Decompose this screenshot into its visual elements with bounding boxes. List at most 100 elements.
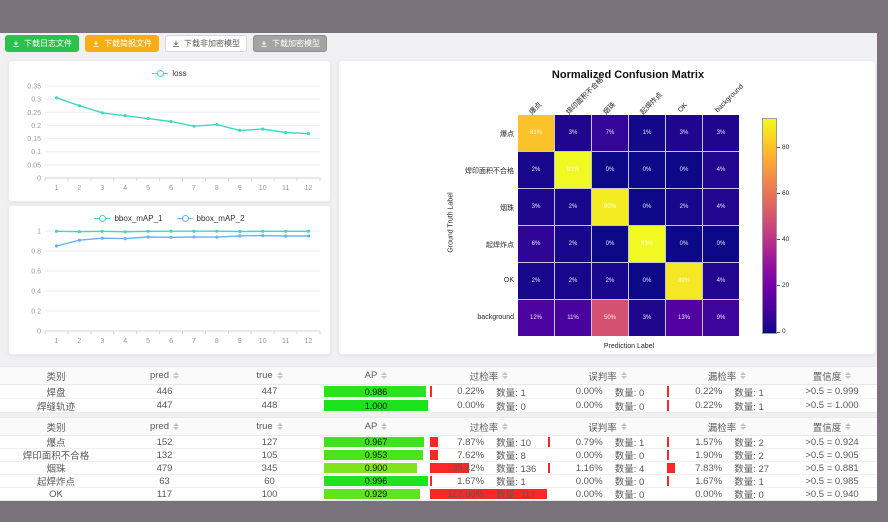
cell-class: 焊盘	[0, 385, 112, 398]
rate-percent: 1.16%	[548, 463, 603, 474]
sort-caret-icon	[173, 423, 179, 430]
matrix-col-label: 焊印面积不合格	[564, 75, 606, 117]
matrix-col-label: 起焊炸点	[638, 90, 665, 117]
toolbar: 下载日志文件 下载简报文件 下载非加密模型 下载加密模型	[5, 35, 327, 52]
ap-value: 0.953	[365, 450, 388, 460]
matrix-cell: 6%	[518, 226, 554, 262]
sort-caret-icon	[502, 372, 508, 379]
svg-text:7: 7	[192, 185, 196, 192]
header-miss-rate[interactable]: 漏检率	[667, 418, 787, 435]
cell-class: OK	[0, 488, 112, 500]
table-row: 焊盘4464470.9860.22%数量: 10.00%数量: 00.22%数量…	[0, 385, 877, 399]
rate-count: 数量: 1	[496, 475, 548, 487]
svg-text:0: 0	[37, 329, 41, 336]
sort-caret-icon	[381, 423, 387, 430]
header-ap[interactable]: AP	[322, 367, 430, 384]
matrix-cell: 1%	[629, 115, 665, 151]
cell-confidence: >0.5 = 0.999	[787, 385, 877, 398]
legend-dot-icon	[182, 215, 189, 222]
rate-count: 数量: 0	[615, 449, 667, 461]
rate-count: 数量: 1	[615, 436, 667, 448]
svg-text:10: 10	[259, 185, 267, 192]
cell-miss: 1.90%数量: 2	[667, 449, 787, 461]
header-confidence[interactable]: 置信度	[787, 367, 877, 384]
table-header-row: 类别 pred trueAP过检率误判率漏检率 置信度	[0, 367, 877, 385]
header-label: 误判率	[588, 420, 617, 434]
rate-count: 数量: 2	[734, 449, 787, 461]
download-plain-model-button[interactable]: 下载非加密模型	[165, 35, 247, 52]
legend-item-bbox-map-1[interactable]: bbox_mAP_1	[94, 211, 162, 225]
cell-ap: 1.000	[322, 399, 430, 412]
colorbar-tick-label: 80	[782, 144, 789, 151]
caret-down-icon	[381, 376, 387, 379]
svg-text:10: 10	[259, 338, 267, 345]
rate-percent: 0.00%	[548, 400, 603, 411]
rate-percent: 1.57%	[667, 437, 722, 448]
header-class: 类别	[0, 367, 112, 384]
header-misjudge-rate[interactable]: 误判率	[548, 367, 667, 384]
header-label: pred	[150, 370, 169, 381]
caret-down-icon	[740, 376, 746, 379]
cell-class: 焊缝轨迹	[0, 399, 112, 412]
rate-percent: 7.83%	[667, 463, 722, 474]
header-misjudge-rate[interactable]: 误判率	[548, 418, 667, 435]
matrix-cell: 4%	[703, 152, 739, 188]
rate-percent: 7.62%	[430, 450, 484, 461]
map-line-plot: 00.20.40.60.81123456789101112	[9, 225, 328, 349]
colorbar-tick-label: 0	[782, 328, 786, 335]
caret-up-icon	[740, 372, 746, 375]
header-ap[interactable]: AP	[322, 418, 430, 435]
matrix-cell: 13%	[666, 300, 702, 336]
header-miss-rate[interactable]: 漏检率	[667, 367, 787, 384]
matrix-cell: 3%	[666, 115, 702, 151]
cell-miss: 0.22%数量: 1	[667, 399, 787, 412]
cell-ap: 0.953	[322, 449, 430, 461]
svg-text:0: 0	[37, 176, 41, 183]
header-label: 类别	[46, 420, 65, 434]
matrix-cell: 2%	[518, 152, 554, 188]
header-class: 类别	[0, 418, 112, 435]
caret-up-icon	[277, 423, 283, 426]
header-overkill-rate[interactable]: 过检率	[430, 418, 548, 435]
header-pred[interactable]: pred	[112, 418, 217, 435]
header-label: 置信度	[813, 369, 842, 383]
colorbar-tick-mark	[777, 239, 780, 240]
legend-item-loss[interactable]: loss	[152, 66, 186, 80]
colorbar-tick-label: 20	[782, 282, 789, 289]
confusion-matrix-title: Normalized Confusion Matrix	[517, 69, 739, 81]
matrix-cell: 7%	[592, 115, 628, 151]
matrix-cell: 9%	[703, 300, 739, 336]
svg-text:8: 8	[215, 185, 219, 192]
caret-up-icon	[845, 423, 851, 426]
matrix-cell: 89%	[666, 263, 702, 299]
svg-text:0.25: 0.25	[27, 110, 41, 117]
header-label: 漏检率	[708, 420, 737, 434]
matrix-cell: 0%	[592, 152, 628, 188]
caret-down-icon	[740, 427, 746, 430]
table-row: 焊印面积不合格1321050.9537.62%数量: 80.00%数量: 01.…	[0, 449, 877, 462]
cell-confidence: >0.5 = 1.000	[787, 399, 877, 412]
header-overkill-rate[interactable]: 过检率	[430, 367, 548, 384]
header-pred[interactable]: pred	[112, 367, 217, 384]
header-true[interactable]: true	[217, 367, 322, 384]
rate-count: 数量: 117	[496, 488, 548, 500]
download-report-button[interactable]: 下载简报文件	[85, 35, 159, 52]
header-true[interactable]: true	[217, 418, 322, 435]
cell-pred: 63	[112, 475, 217, 487]
svg-text:0.3: 0.3	[31, 97, 41, 104]
rate-percent: 0.22%	[667, 386, 722, 397]
matrix-cell: 2%	[666, 189, 702, 225]
matrix-cell: 11%	[555, 300, 591, 336]
header-confidence[interactable]: 置信度	[787, 418, 877, 435]
download-log-button[interactable]: 下载日志文件	[5, 35, 79, 52]
rate-count: 数量: 10	[496, 436, 548, 448]
download-encrypted-model-button[interactable]: 下载加密模型	[253, 35, 327, 52]
download-icon	[12, 40, 20, 48]
line-series-icon	[177, 214, 193, 222]
svg-text:5: 5	[146, 338, 150, 345]
cell-true: 100	[217, 488, 322, 500]
legend-item-bbox-map-2[interactable]: bbox_mAP_2	[177, 211, 245, 225]
loss-chart-legend: loss	[9, 61, 330, 80]
matrix-row-label: OK	[397, 277, 514, 284]
sort-caret-icon	[621, 423, 627, 430]
